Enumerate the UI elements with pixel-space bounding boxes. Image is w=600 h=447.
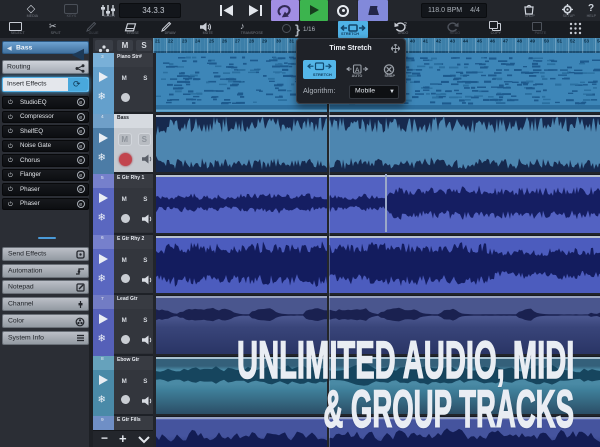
svg-text:2: 2 (404, 22, 407, 28)
svg-text:A: A (355, 67, 360, 74)
